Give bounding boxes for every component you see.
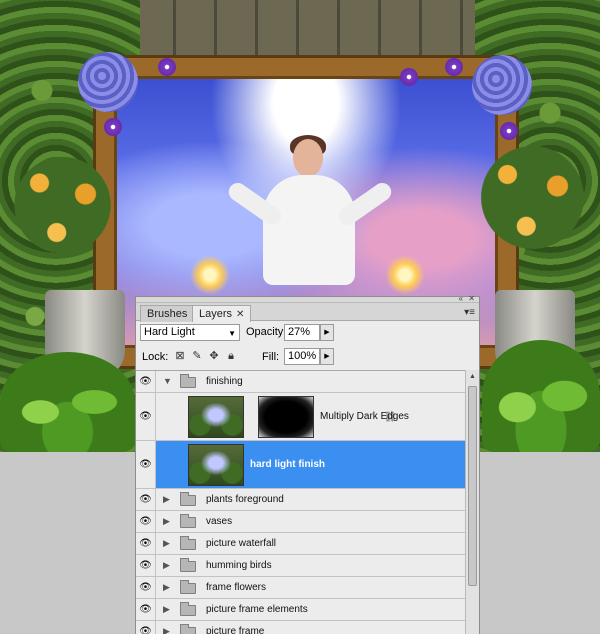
- lock-position-icon[interactable]: ✥: [208, 350, 220, 362]
- visibility-eye-icon[interactable]: 👁︎: [136, 511, 156, 532]
- layer-group-finishing[interactable]: 👁︎ ▼ finishing: [136, 371, 465, 393]
- photoshop-workspace: « ✕ Brushes Layers ✕ ▾≡ Hard Light ▼ Opac…: [0, 0, 600, 634]
- layer-name: picture frame elements: [206, 604, 308, 615]
- layer-name: humming birds: [206, 560, 272, 571]
- layer-name: frame flowers: [206, 582, 267, 593]
- lock-row: Lock: ⊠ ✎ ✥ 🔒︎ Fill: 100% ▶: [136, 346, 479, 368]
- folder-icon: [180, 514, 196, 528]
- expand-triangle-icon[interactable]: ▶: [163, 538, 170, 549]
- layer-name: hard light finish: [250, 459, 325, 470]
- folder-icon: [180, 492, 196, 506]
- expand-triangle-icon[interactable]: ▶: [163, 494, 170, 505]
- folder-icon: [180, 602, 196, 616]
- visibility-eye-icon[interactable]: 👁︎: [136, 441, 156, 488]
- visibility-eye-icon[interactable]: 👁︎: [136, 533, 156, 554]
- layer-thumbnail: [188, 444, 244, 486]
- close-panel-icon[interactable]: ✕: [468, 295, 475, 303]
- visibility-eye-icon[interactable]: 👁︎: [136, 599, 156, 620]
- layers-scrollbar[interactable]: ▲: [465, 370, 479, 634]
- layers-panel: « ✕ Brushes Layers ✕ ▾≡ Hard Light ▼ Opac…: [135, 295, 480, 634]
- layer-group-picture-frame[interactable]: 👁︎ ▶ picture frame: [136, 621, 465, 634]
- layer-group-humming-birds[interactable]: 👁︎ ▶ humming birds: [136, 555, 465, 577]
- layer-group-picture-waterfall[interactable]: 👁︎ ▶ picture waterfall: [136, 533, 465, 555]
- fill-label: Fill:: [262, 351, 280, 363]
- tab-layers[interactable]: Layers ✕: [192, 305, 252, 322]
- folder-icon: [180, 624, 196, 634]
- morning-glory: [104, 118, 122, 136]
- layer-group-vases[interactable]: 👁︎ ▶ vases: [136, 511, 465, 533]
- hydrangea-right: [472, 55, 532, 115]
- layers-list: 👁︎ ▼ finishing 👁︎ ⛓ Multiply Dark Edges …: [136, 370, 465, 634]
- layer-name: finishing: [206, 376, 243, 387]
- collapse-icon[interactable]: «: [459, 295, 463, 303]
- folder-icon: [180, 536, 196, 550]
- scroll-up-icon[interactable]: ▲: [466, 370, 479, 383]
- expand-triangle-icon[interactable]: ▶: [163, 516, 170, 527]
- lock-image-icon[interactable]: ✎: [191, 350, 203, 362]
- expand-triangle-icon[interactable]: ▶: [163, 582, 170, 593]
- expand-triangle-icon[interactable]: ▼: [163, 376, 172, 386]
- chevron-down-icon: ▼: [228, 329, 236, 338]
- layer-group-picture-frame-elements[interactable]: 👁︎ ▶ picture frame elements: [136, 599, 465, 621]
- folder-icon: [180, 374, 196, 388]
- roses-right: [470, 140, 595, 255]
- morning-glory: [400, 68, 418, 86]
- lock-transparency-icon[interactable]: ⊠: [174, 350, 186, 362]
- visibility-eye-icon[interactable]: 👁︎: [136, 489, 156, 510]
- foreground-plant-left: [0, 352, 135, 452]
- layer-name: plants foreground: [206, 494, 284, 505]
- opacity-label: Opacity:: [246, 326, 287, 338]
- visibility-eye-icon[interactable]: 👁︎: [136, 577, 156, 598]
- panel-tab-row: Brushes Layers ✕ ▾≡: [136, 303, 479, 322]
- tab-brushes[interactable]: Brushes: [140, 305, 195, 322]
- morning-glory: [158, 58, 176, 76]
- lock-all-icon[interactable]: 🔒︎: [225, 350, 237, 362]
- meditating-woman: [225, 135, 395, 295]
- layer-group-plants-foreground[interactable]: 👁︎ ▶ plants foreground: [136, 489, 465, 511]
- folder-icon: [180, 558, 196, 572]
- layer-name: Multiply Dark Edges: [320, 411, 409, 422]
- layer-mask-thumbnail[interactable]: [258, 396, 314, 438]
- blend-row: Hard Light ▼ Opacity: 27% ▶: [136, 322, 479, 344]
- close-icon[interactable]: ✕: [236, 309, 244, 320]
- panel-menu-icon[interactable]: ▾≡: [464, 307, 475, 318]
- hydrangea-left: [78, 52, 138, 112]
- opacity-slider-button[interactable]: ▶: [320, 324, 334, 341]
- roses-left: [5, 150, 120, 260]
- morning-glory: [500, 122, 518, 140]
- layer-hard-light-finish[interactable]: 👁︎ hard light finish: [136, 441, 465, 489]
- fill-input[interactable]: 100%: [284, 348, 320, 365]
- opacity-input[interactable]: 27%: [284, 324, 320, 341]
- blend-mode-select[interactable]: Hard Light ▼: [140, 324, 240, 341]
- layer-multiply-dark-edges[interactable]: 👁︎ ⛓ Multiply Dark Edges: [136, 393, 465, 441]
- visibility-eye-icon[interactable]: 👁︎: [136, 393, 156, 440]
- visibility-eye-icon[interactable]: 👁︎: [136, 555, 156, 576]
- layer-name: picture frame: [206, 626, 265, 634]
- layer-name: vases: [206, 516, 233, 527]
- morning-glory: [445, 58, 463, 76]
- foreground-plant-right: [482, 340, 600, 452]
- expand-triangle-icon[interactable]: ▶: [163, 626, 170, 634]
- expand-triangle-icon[interactable]: ▶: [163, 604, 170, 615]
- fill-slider-button[interactable]: ▶: [320, 348, 334, 365]
- visibility-eye-icon[interactable]: 👁︎: [136, 371, 156, 392]
- lock-label: Lock:: [142, 351, 169, 363]
- magic-glow-right: [385, 255, 425, 295]
- expand-triangle-icon[interactable]: ▶: [163, 560, 170, 571]
- layer-group-frame-flowers[interactable]: 👁︎ ▶ frame flowers: [136, 577, 465, 599]
- visibility-eye-icon[interactable]: 👁︎: [136, 621, 156, 634]
- layer-name: picture waterfall: [206, 538, 277, 549]
- magic-glow-left: [190, 255, 230, 295]
- layer-thumbnail: [188, 396, 244, 438]
- folder-icon: [180, 580, 196, 594]
- scroll-thumb[interactable]: [468, 386, 477, 586]
